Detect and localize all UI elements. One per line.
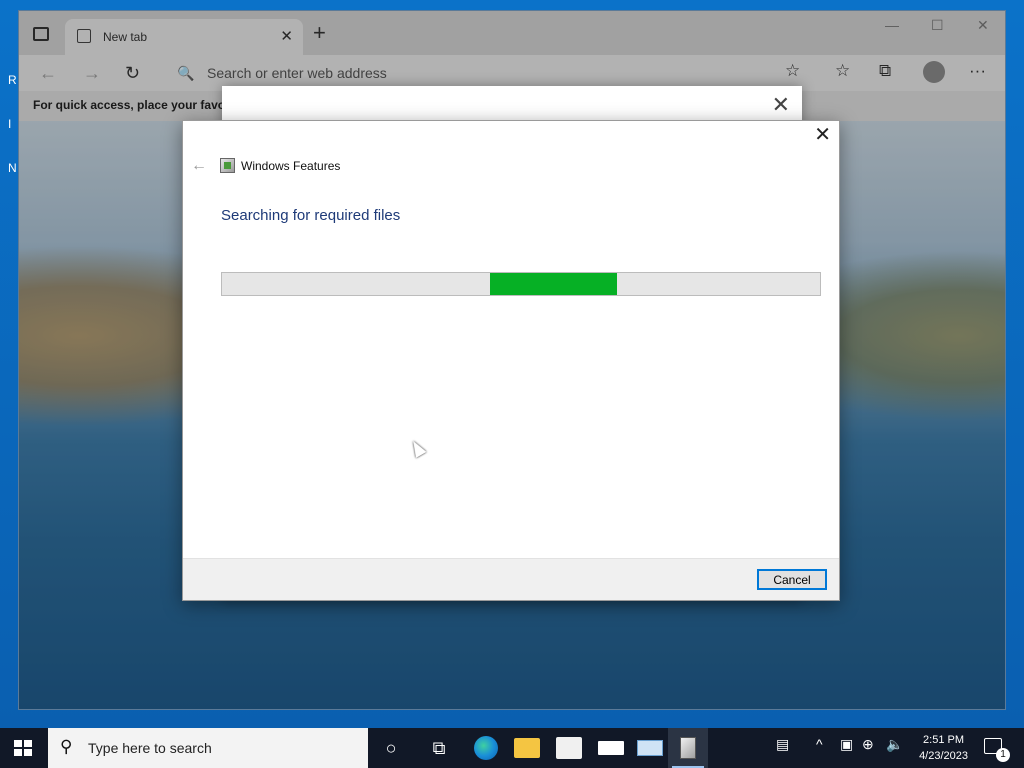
mail-icon[interactable] xyxy=(598,741,624,755)
file-explorer-icon[interactable] xyxy=(514,738,540,758)
cortana-icon[interactable]: ○ xyxy=(378,736,404,760)
taskbar-clock[interactable]: 2:51 PM 4/23/2023 xyxy=(919,732,968,764)
taskbar: ⚲ Type here to search ○ ⧉ ▤ ^ ▣ ⊕ 🔈 2:51… xyxy=(0,728,1024,768)
edge-app[interactable] xyxy=(474,736,500,760)
edge-icon xyxy=(474,736,498,760)
taskbar-search-placeholder: Type here to search xyxy=(88,740,212,756)
taskbar-search-box[interactable]: ⚲ Type here to search xyxy=(48,728,368,768)
progress-bar-fill xyxy=(490,273,617,295)
windows-logo-pane xyxy=(24,740,32,747)
task-view-icon[interactable]: ⧉ xyxy=(426,736,452,760)
cancel-button[interactable]: Cancel xyxy=(757,569,827,590)
network-icon[interactable]: ⊕ xyxy=(862,736,874,753)
background-dialog-close-icon[interactable]: ✕ xyxy=(772,94,790,116)
dialog-close-icon[interactable]: ✕ xyxy=(814,125,831,145)
windows-logo-pane xyxy=(14,749,22,756)
dialog-heading: Searching for required files xyxy=(221,207,401,224)
microsoft-store-icon[interactable] xyxy=(556,737,582,759)
dialog-app-title: Windows Features xyxy=(241,159,341,173)
notification-count-badge: 1 xyxy=(996,748,1010,762)
dialog-back-icon: ← xyxy=(191,157,207,174)
control-panel-icon[interactable] xyxy=(637,740,663,756)
meet-now-icon[interactable]: ▣ xyxy=(840,736,853,753)
windows-features-icon xyxy=(220,158,235,173)
progress-bar xyxy=(221,272,821,296)
windows-logo-pane xyxy=(14,740,22,747)
windows-features-dialog: ✕ ← Windows Features Searching for requi… xyxy=(182,120,840,601)
show-hidden-icons-chevron-icon[interactable]: ^ xyxy=(816,736,823,752)
clock-date: 4/23/2023 xyxy=(919,750,968,762)
news-icon[interactable]: ▤ xyxy=(776,736,789,753)
windows-logo-pane xyxy=(24,749,32,756)
start-button[interactable] xyxy=(14,740,32,756)
search-icon: ⚲ xyxy=(60,737,73,756)
dialog-footer: Cancel xyxy=(183,558,839,600)
clock-time: 2:51 PM xyxy=(923,734,965,746)
windows-features-taskbar-icon xyxy=(680,737,696,759)
windows-features-taskbar-app[interactable] xyxy=(668,728,708,768)
desktop-icon-label: R I N xyxy=(8,73,17,175)
volume-muted-icon[interactable]: 🔈 xyxy=(886,736,903,753)
